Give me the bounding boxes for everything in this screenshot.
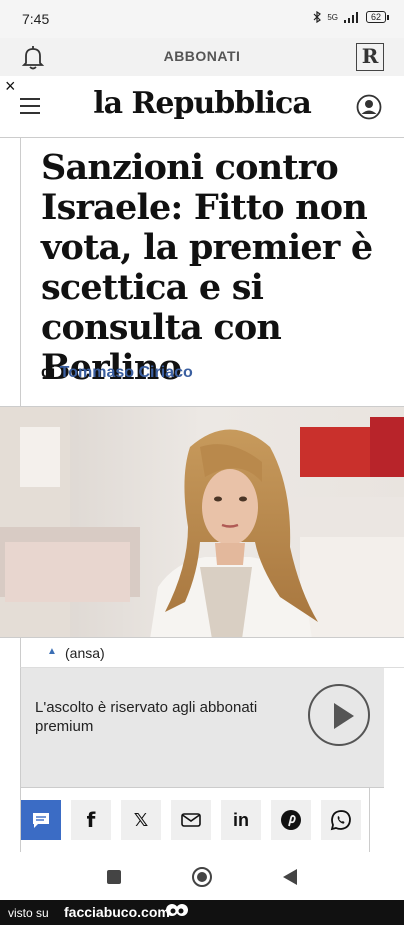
watermark-footer: visto su facciabuco.com [0, 900, 404, 925]
article-header: Sanzioni contro Israele: Fitto non vota,… [20, 138, 404, 406]
comment-button[interactable] [21, 800, 61, 840]
article-headline: Sanzioni contro Israele: Fitto non vota,… [41, 147, 373, 388]
caption-text: (ansa) [65, 645, 105, 661]
x-icon: 𝕏 [133, 809, 149, 831]
mail-share-button[interactable] [171, 800, 211, 840]
brand-logo[interactable]: la Repubblica [0, 86, 404, 121]
signal-icon [343, 11, 358, 23]
play-button[interactable] [308, 684, 370, 746]
home-button[interactable] [192, 867, 212, 887]
caption-arrow-icon: ▲ [47, 646, 57, 657]
facebook-share-button[interactable]: f [71, 800, 111, 840]
footer-site-name: facciabuco.com [64, 904, 170, 920]
photo-illustration [0, 407, 404, 637]
photo-caption: ▲ (ansa) [20, 638, 404, 668]
audio-premium-message: L'ascolto è riservato agli abbonati prem… [35, 699, 258, 735]
article-photo [0, 406, 404, 638]
status-bar: 7:45 5G 62 [0, 0, 404, 38]
pinterest-share-button[interactable] [271, 800, 311, 840]
pinterest-icon [281, 810, 301, 830]
facebook-icon: f [86, 808, 96, 832]
linkedin-share-button[interactable]: in [221, 800, 261, 840]
network-label: 5G [327, 12, 338, 22]
linkedin-icon: in [233, 809, 249, 830]
subscribe-link[interactable]: ABBONATI [0, 48, 404, 64]
footer-visto-su: visto su [8, 906, 49, 920]
back-button[interactable] [283, 869, 297, 885]
author-link[interactable]: Tommaso Ciriaco [60, 364, 193, 381]
whatsapp-icon [330, 810, 351, 831]
mail-icon [181, 813, 201, 827]
battery-icon: 62 [365, 11, 390, 23]
repubblica-r-logo[interactable]: R [356, 43, 384, 71]
whatsapp-share-button[interactable] [321, 800, 361, 840]
top-bar: ABBONATI R [0, 38, 404, 76]
comment-icon [33, 813, 49, 828]
bluetooth-icon [313, 11, 322, 23]
status-time: 7:45 [22, 11, 50, 27]
audio-player: L'ascolto è riservato agli abbonati prem… [20, 668, 384, 788]
byline-prefix: di [41, 364, 56, 381]
byline: di Tommaso Ciriaco [41, 364, 193, 382]
status-icons: 5G 62 [313, 11, 390, 23]
recents-button[interactable] [107, 870, 121, 884]
share-bar: f 𝕏 in [20, 788, 370, 852]
site-header: × la Repubblica [0, 76, 404, 138]
system-nav-bar [0, 852, 404, 900]
user-icon[interactable] [356, 94, 382, 120]
x-share-button[interactable]: 𝕏 [121, 800, 161, 840]
eyes-logo-icon [166, 904, 188, 916]
